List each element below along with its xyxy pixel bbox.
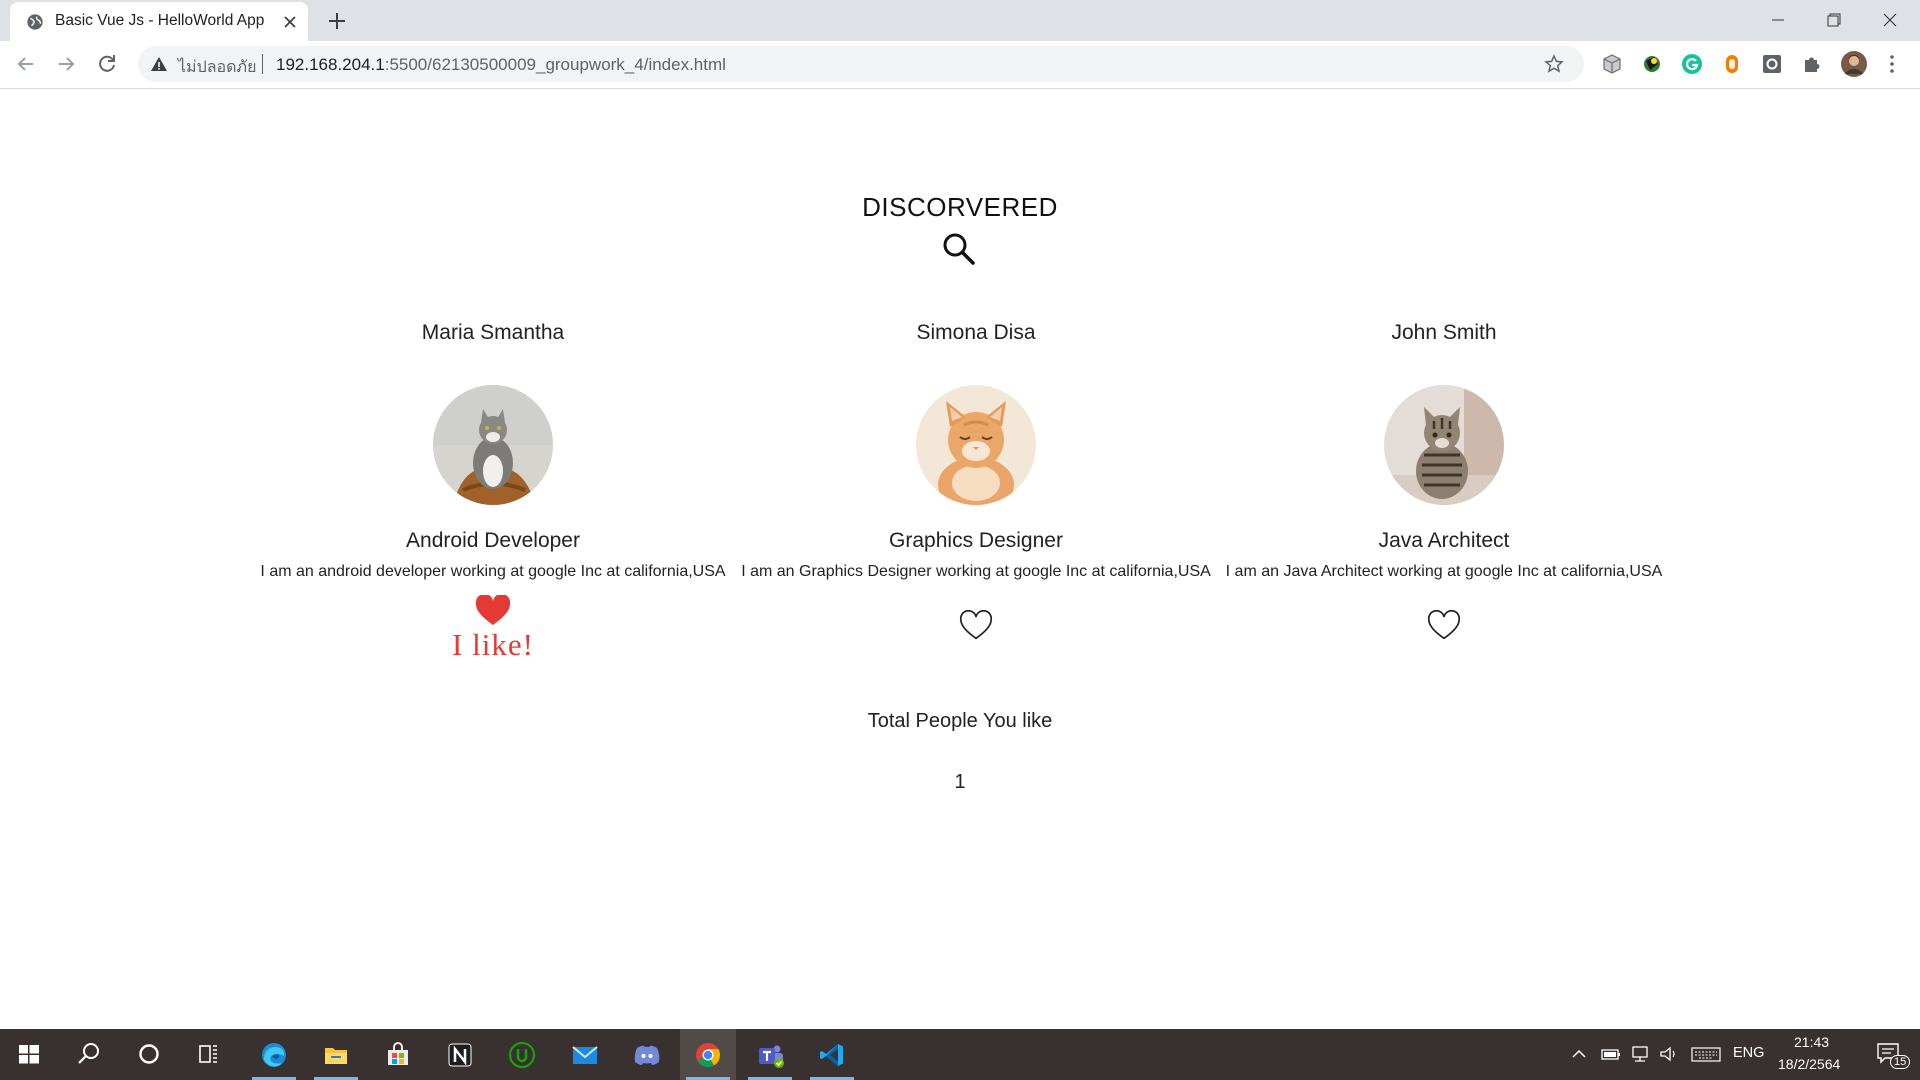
taskbar-edge[interactable] bbox=[246, 1029, 302, 1080]
taskbar-search-button[interactable] bbox=[62, 1029, 118, 1080]
url-text[interactable]: 192.168.204.1:5500/62130500009_groupwork… bbox=[276, 55, 726, 75]
restore-icon bbox=[1827, 13, 1841, 27]
volume-icon[interactable] bbox=[1658, 1045, 1680, 1063]
taskbar-teams[interactable] bbox=[742, 1029, 798, 1080]
person-card: Simona Disa Graphics Designer I am an Gr… bbox=[736, 321, 1216, 642]
taskbar-upwork[interactable] bbox=[494, 1029, 550, 1080]
taskbar-mail[interactable] bbox=[556, 1029, 612, 1080]
discord-icon bbox=[634, 1045, 660, 1065]
cat-avatar-image bbox=[433, 385, 553, 505]
upwork-icon bbox=[509, 1042, 535, 1068]
close-icon bbox=[1883, 13, 1897, 27]
menu-icon[interactable] bbox=[1880, 52, 1904, 76]
network-icon[interactable] bbox=[1630, 1045, 1652, 1063]
address-separator bbox=[262, 54, 263, 74]
cube-extension-icon[interactable] bbox=[1600, 52, 1624, 76]
cortana-icon bbox=[139, 1044, 159, 1064]
minimize-button[interactable] bbox=[1750, 0, 1806, 41]
page-heading: DISCORVERED bbox=[862, 192, 1058, 222]
person-role: Graphics Designer bbox=[889, 529, 1063, 552]
restore-button[interactable] bbox=[1806, 0, 1862, 41]
cat-avatar-image bbox=[1384, 385, 1504, 505]
page-content: DISCORVERED Maria Smantha Android Develo… bbox=[0, 89, 1920, 1029]
warning-icon[interactable] bbox=[150, 55, 168, 73]
notification-count-badge: 15 bbox=[1890, 1055, 1911, 1069]
forward-icon[interactable] bbox=[52, 50, 80, 78]
close-window-button[interactable] bbox=[1862, 0, 1918, 41]
taskbar-file-explorer[interactable] bbox=[308, 1029, 364, 1080]
windows-taskbar: ENG 21:43 18/2/2564 15 bbox=[0, 1029, 1920, 1080]
person-description: I am an android developer working at goo… bbox=[260, 563, 726, 580]
person-name: Simona Disa bbox=[916, 321, 1036, 344]
clock[interactable]: 21:43 18/2/2564 bbox=[1772, 1029, 1852, 1080]
globe-icon bbox=[27, 14, 43, 30]
search-icon bbox=[78, 1043, 99, 1064]
tab-title: Basic Vue Js - HelloWorld App bbox=[55, 12, 265, 29]
notion-icon bbox=[448, 1043, 472, 1067]
taskbar-vscode[interactable] bbox=[804, 1029, 860, 1080]
back-icon[interactable] bbox=[12, 50, 40, 78]
browser-toolbar: ไม่ปลอดภัย 192.168.204.1:5500/6213050000… bbox=[0, 41, 1920, 89]
cat-avatar-image bbox=[916, 385, 1036, 505]
start-button[interactable] bbox=[2, 1029, 58, 1080]
total-likes-label: Total People You like bbox=[867, 710, 1053, 732]
teams-icon bbox=[759, 1045, 784, 1068]
notification-center-button[interactable]: 15 bbox=[1866, 1029, 1920, 1080]
person-description: I am an Java Architect working at google… bbox=[1225, 563, 1663, 580]
person-card: John Smith Java Architect I am an Java A… bbox=[1204, 321, 1684, 642]
bookmark-star-icon[interactable] bbox=[1544, 54, 1564, 74]
security-status[interactable]: ไม่ปลอดภัย bbox=[178, 55, 256, 80]
new-tab-icon[interactable] bbox=[326, 10, 348, 32]
grammarly-icon[interactable] bbox=[1680, 52, 1704, 76]
clock-date: 18/2/2564 bbox=[1778, 1056, 1841, 1072]
taskbar-notion[interactable] bbox=[432, 1029, 488, 1080]
task-view-icon bbox=[199, 1045, 217, 1063]
edge-icon bbox=[262, 1043, 286, 1067]
url-path: :5500/62130500009_groupwork_4/index.html bbox=[384, 55, 726, 74]
like-label: I like! bbox=[452, 627, 534, 662]
chrome-icon bbox=[696, 1043, 721, 1068]
vscode-icon bbox=[820, 1044, 843, 1066]
url-host: 192.168.204.1 bbox=[276, 55, 385, 74]
clock-time: 21:43 bbox=[1794, 1034, 1830, 1050]
close-tab-icon[interactable] bbox=[280, 12, 300, 32]
profile-avatar[interactable] bbox=[1840, 50, 1868, 78]
heart-filled-icon[interactable] bbox=[475, 595, 511, 627]
start-icon bbox=[19, 1045, 39, 1064]
taskbar-store[interactable] bbox=[370, 1029, 426, 1080]
language-indicator[interactable]: ENG bbox=[1733, 1045, 1764, 1061]
heart-outline-icon[interactable] bbox=[1427, 610, 1461, 642]
outline-extension-icon[interactable] bbox=[1760, 52, 1784, 76]
search-icon[interactable] bbox=[942, 232, 976, 266]
taskbar-chrome[interactable] bbox=[680, 1029, 736, 1080]
keyboard-icon[interactable] bbox=[1690, 1045, 1722, 1063]
mail-icon bbox=[572, 1046, 598, 1064]
person-role: Android Developer bbox=[406, 529, 580, 552]
minimize-icon bbox=[1772, 19, 1784, 21]
cortana-button[interactable] bbox=[122, 1029, 178, 1080]
browser-tab[interactable]: Basic Vue Js - HelloWorld App bbox=[10, 2, 308, 41]
globe-extension-icon[interactable] bbox=[1640, 52, 1664, 76]
battery-icon[interactable] bbox=[1600, 1045, 1622, 1063]
chevron-up-icon[interactable] bbox=[1570, 1045, 1588, 1063]
address-bar[interactable]: ไม่ปลอดภัย 192.168.204.1:5500/6213050000… bbox=[138, 46, 1584, 82]
task-view-button[interactable] bbox=[182, 1029, 238, 1080]
taskbar-discord[interactable] bbox=[618, 1029, 674, 1080]
browser-tab-strip: Basic Vue Js - HelloWorld App bbox=[0, 0, 1920, 41]
reload-icon[interactable] bbox=[93, 50, 121, 78]
person-name: Maria Smantha bbox=[421, 321, 565, 344]
person-description: I am an Graphics Designer working at goo… bbox=[741, 563, 1211, 580]
heart-outline-icon[interactable] bbox=[959, 610, 993, 642]
honey-extension-icon[interactable] bbox=[1720, 52, 1744, 76]
file-explorer-icon bbox=[325, 1048, 347, 1064]
puzzle-extensions-icon[interactable] bbox=[1800, 52, 1824, 76]
person-role: Java Architect bbox=[1378, 529, 1510, 552]
person-card: Maria Smantha Android Developer I am an … bbox=[253, 321, 733, 663]
person-name: John Smith bbox=[1391, 321, 1497, 344]
store-icon bbox=[388, 1042, 408, 1065]
total-likes-count: 1 bbox=[954, 771, 966, 793]
